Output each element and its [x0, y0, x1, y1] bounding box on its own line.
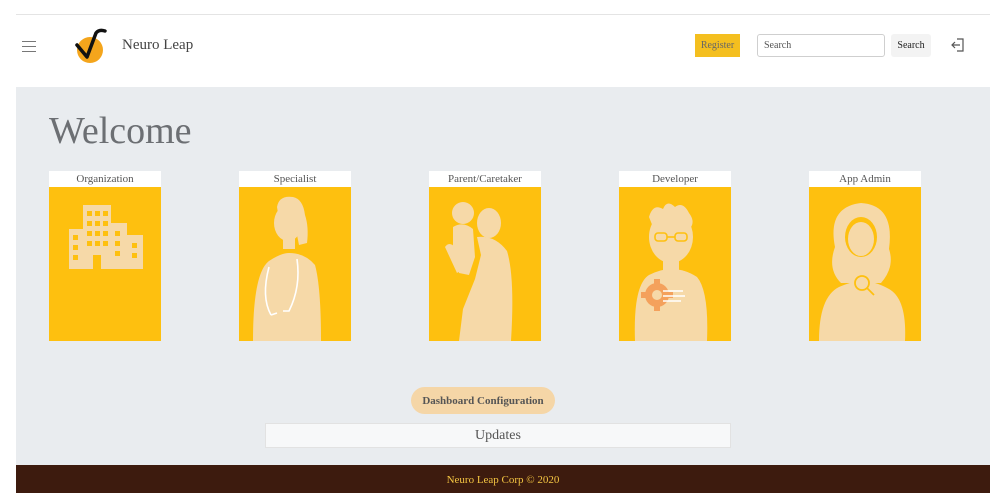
- card-parent-caretaker[interactable]: Parent/Caretaker: [429, 171, 541, 341]
- card-title: Parent/Caretaker: [429, 171, 541, 187]
- footer-copyright: Neuro Leap Corp © 2020: [446, 474, 560, 486]
- card-body[interactable]: [809, 187, 921, 341]
- brand-name[interactable]: Neuro Leap: [122, 37, 193, 54]
- card-title: Organization: [49, 171, 161, 187]
- card-app-admin[interactable]: App Admin: [809, 171, 921, 341]
- card-body[interactable]: [619, 187, 731, 341]
- developer-icon: [634, 203, 708, 341]
- register-button[interactable]: Register: [695, 34, 740, 57]
- logout-icon[interactable]: [950, 37, 966, 53]
- building-icon: [69, 205, 143, 269]
- welcome-heading: Welcome: [49, 110, 192, 152]
- main-content: Welcome Organization Specialist Parent/C…: [16, 87, 990, 465]
- card-body[interactable]: [429, 187, 541, 341]
- footer: Neuro Leap Corp © 2020: [16, 465, 990, 493]
- card-body[interactable]: [49, 187, 161, 341]
- card-specialist[interactable]: Specialist: [239, 171, 351, 341]
- card-title: Developer: [619, 171, 731, 187]
- search-input[interactable]: [757, 34, 885, 57]
- card-developer[interactable]: Developer: [619, 171, 731, 341]
- neuro-leap-logo[interactable]: [72, 27, 114, 65]
- admin-icon: [819, 203, 906, 341]
- hamburger-menu-icon[interactable]: [22, 41, 36, 53]
- parent-child-icon: [445, 202, 513, 341]
- updates-panel[interactable]: Updates: [265, 423, 731, 448]
- card-title: Specialist: [239, 171, 351, 187]
- header: Neuro Leap Register Search: [0, 15, 990, 87]
- card-title: App Admin: [809, 171, 921, 187]
- specialist-icon: [253, 196, 321, 341]
- card-body[interactable]: [239, 187, 351, 341]
- search-button[interactable]: Search: [891, 34, 931, 57]
- card-organization[interactable]: Organization: [49, 171, 161, 341]
- dashboard-configuration-button[interactable]: Dashboard Configuration: [411, 387, 555, 414]
